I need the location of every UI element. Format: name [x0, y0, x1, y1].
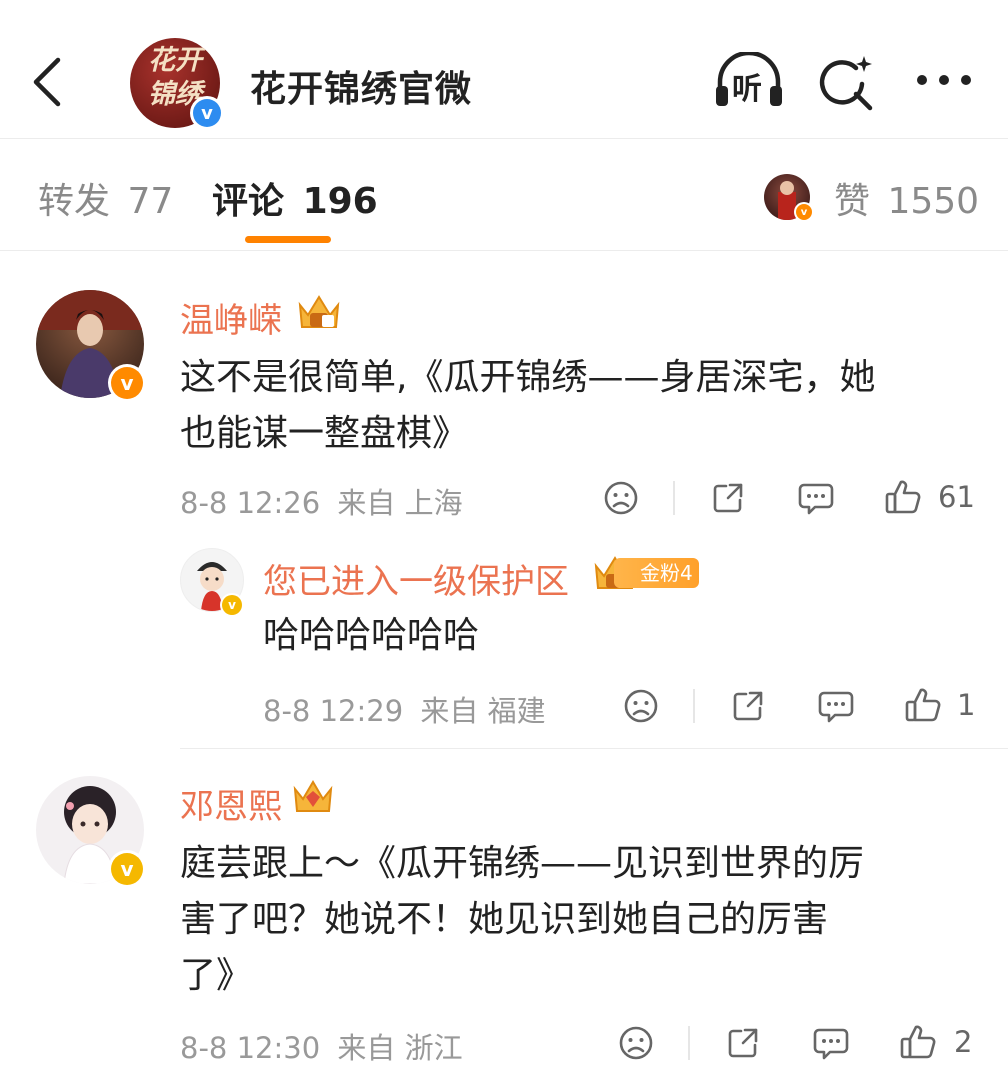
thumbs-up-icon[interactable]	[884, 478, 922, 516]
verified-badge-icon: v	[794, 202, 814, 222]
account-name[interactable]: 花开锦绣官微	[250, 60, 472, 112]
crown-badge-icon	[296, 293, 342, 333]
comment-username[interactable]: 邓恩熙	[180, 779, 282, 828]
reply-comment-icon[interactable]	[797, 480, 835, 516]
tab-repost-count: 77	[127, 181, 174, 222]
comment-text-line: 也能谋一整盘棋》	[180, 413, 469, 454]
reply-comment-icon[interactable]	[817, 688, 855, 724]
comment-meta: 8-8 12:26 来自 上海	[180, 480, 463, 522]
share-icon[interactable]	[710, 480, 746, 516]
verified-badge-icon: v	[108, 364, 146, 402]
active-tab-indicator	[245, 236, 331, 243]
comment-text-line: 了》	[180, 955, 253, 996]
search-sparkle-icon[interactable]	[816, 52, 876, 112]
comment-source: 来自 上海	[337, 486, 463, 520]
crown-badge-icon	[292, 779, 334, 817]
reply-text: 哈哈哈哈哈哈	[263, 615, 480, 656]
like-count: 1	[957, 688, 976, 722]
reply-comment-icon[interactable]	[812, 1025, 850, 1061]
like-count: 2	[954, 1025, 973, 1059]
verified-badge-icon: v	[190, 96, 224, 130]
tab-comment[interactable]: 评论 196	[212, 172, 378, 224]
comment-text-line: 庭芸跟上～《瓜开锦绣——见识到世界的厉	[180, 843, 865, 884]
comment-source: 来自 浙江	[337, 1031, 463, 1065]
verified-badge-icon: v	[220, 593, 244, 617]
share-icon[interactable]	[725, 1025, 761, 1061]
reply-username[interactable]: 您已进入一级保护区	[263, 554, 569, 603]
thumbs-up-icon[interactable]	[899, 1023, 937, 1061]
comment-text-line: 这不是很简单,《瓜开锦绣——身居深宅，她	[180, 357, 876, 398]
more-dots-icon[interactable]	[914, 72, 974, 88]
tab-comment-label: 评论	[212, 181, 285, 222]
dislike-face-icon[interactable]	[618, 1025, 654, 1061]
tab-likes[interactable]: 赞 1550	[834, 172, 979, 224]
comment-username[interactable]: 温峥嵘	[180, 293, 282, 342]
like-count: 61	[938, 480, 975, 514]
comment-date: 8-8 12:26	[180, 486, 321, 520]
comment-text-line: 害了吧？她说不！她见识到她自己的厉害	[180, 899, 829, 940]
tabs-divider	[0, 250, 1008, 251]
dislike-face-icon[interactable]	[623, 688, 659, 724]
comment-text: 这不是很简单,《瓜开锦绣——身居深宅，她 也能谋一整盘棋》	[180, 350, 980, 462]
reply-source: 来自 福建	[420, 694, 546, 728]
fan-level-badge: 金粉4	[614, 558, 699, 588]
action-separator	[673, 481, 675, 515]
headphones-icon[interactable]: 听	[712, 50, 786, 110]
listen-label: 听	[732, 72, 762, 107]
dislike-face-icon[interactable]	[603, 480, 639, 516]
comment-text: 庭芸跟上～《瓜开锦绣——见识到世界的厉 害了吧？她说不！她见识到她自己的厉害 了…	[180, 836, 980, 1004]
comment-divider	[180, 748, 1008, 749]
reply-meta: 8-8 12:29 来自 福建	[263, 688, 546, 730]
action-separator	[688, 1026, 690, 1060]
action-separator	[693, 689, 695, 723]
tab-likes-label: 赞	[834, 181, 871, 222]
tab-likes-count: 1550	[887, 181, 980, 222]
back-arrow-icon[interactable]	[28, 52, 68, 112]
tab-comment-count: 196	[302, 181, 378, 222]
top-bar: 花开锦绣 v 花开锦绣官微 听	[0, 0, 1008, 139]
share-icon[interactable]	[730, 688, 766, 724]
comment-meta: 8-8 12:30 来自 浙江	[180, 1025, 463, 1067]
comment-date: 8-8 12:30	[180, 1031, 321, 1065]
thumbs-up-icon[interactable]	[904, 686, 942, 724]
verified-badge-icon: v	[108, 850, 146, 888]
tab-repost-label: 转发	[38, 181, 111, 222]
reply-date: 8-8 12:29	[263, 694, 404, 728]
tab-repost[interactable]: 转发 77	[38, 172, 173, 224]
